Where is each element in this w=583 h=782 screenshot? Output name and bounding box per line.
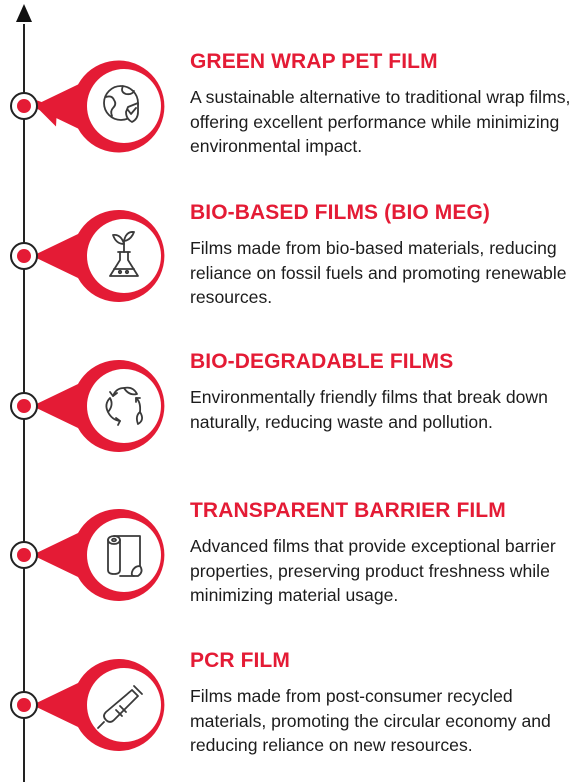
item-description: Environmentally friendly films that brea… xyxy=(190,387,548,432)
timeline-node-0 xyxy=(10,60,165,153)
timeline-node-1 xyxy=(10,210,165,302)
item-description: Advanced films that provide exceptional … xyxy=(190,536,556,605)
timeline-node-4 xyxy=(10,659,165,751)
item-description: A sustainable alternative to traditional… xyxy=(190,87,571,156)
item-title: BIO-DEGRADABLE FILMS xyxy=(190,350,454,373)
timeline-arrow-icon xyxy=(16,4,32,22)
timeline-item: PCR FILM Films made from post-consumer r… xyxy=(190,648,580,758)
item-title: TRANSPARENT BARRIER FILM xyxy=(190,499,506,522)
item-description: Films made from post-consumer recycled m… xyxy=(190,686,551,755)
item-title: GREEN WRAP PET FILM xyxy=(190,50,438,73)
item-description: Films made from bio-based materials, red… xyxy=(190,238,567,307)
item-title: PCR FILM xyxy=(190,649,290,672)
timeline-item: BIO-BASED FILMS (BIO MEG) Films made fro… xyxy=(190,200,580,310)
item-title: BIO-BASED FILMS (BIO MEG) xyxy=(190,201,490,224)
timeline-node-3 xyxy=(10,509,165,602)
timeline-node-2 xyxy=(10,360,165,452)
timeline-item: BIO-DEGRADABLE FILMS Environmentally fri… xyxy=(190,349,580,434)
timeline-item: GREEN WRAP PET FILM A sustainable altern… xyxy=(190,49,580,159)
timeline-item: TRANSPARENT BARRIER FILM Advanced films … xyxy=(190,498,580,608)
